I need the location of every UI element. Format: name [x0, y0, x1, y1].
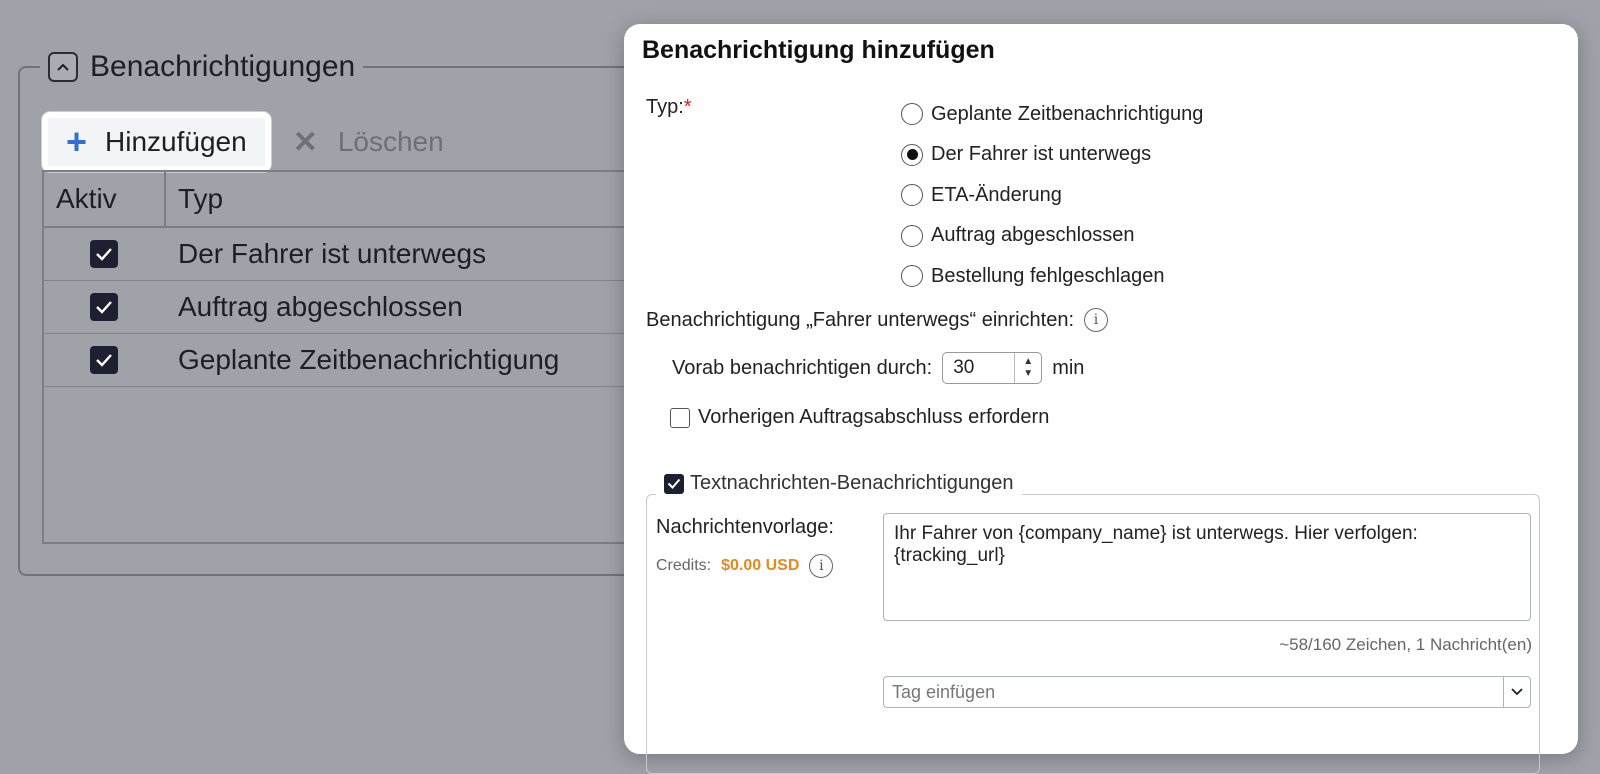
- insert-tag-select[interactable]: Tag einfügen: [883, 676, 1531, 708]
- radio-option-order-completed[interactable]: Auftrag abgeschlossen: [901, 216, 1203, 257]
- sms-legend: Textnachrichten-Benachrichtigungen: [656, 472, 1022, 495]
- notify-ahead-row: Vorab benachrichtigen durch: 30 ▲ ▼ min: [672, 352, 1084, 384]
- add-button-label: Hinzufügen: [105, 126, 247, 157]
- require-previous-checkbox[interactable]: [670, 407, 690, 428]
- chevron-down-icon[interactable]: [1503, 677, 1530, 707]
- checkmark-icon: [667, 478, 681, 489]
- template-textarea[interactable]: Ihr Fahrer von {company_name} ist unterw…: [883, 513, 1531, 621]
- radio-button[interactable]: [901, 224, 923, 247]
- radio-button[interactable]: [901, 103, 923, 126]
- table-row[interactable]: Der Fahrer ist unterwegs: [44, 228, 640, 281]
- radio-option-eta-change[interactable]: ETA-Änderung: [901, 175, 1203, 216]
- notify-ahead-unit: min: [1052, 356, 1085, 379]
- required-marker: *: [683, 96, 692, 118]
- checkmark-icon: [96, 354, 112, 367]
- require-previous-checkbox-row[interactable]: Vorherigen Auftragsabschluss erfordern: [670, 406, 1049, 429]
- chevron-up-icon: [57, 63, 69, 71]
- delete-button-label: Löschen: [337, 126, 444, 157]
- info-icon[interactable]: i: [809, 554, 834, 578]
- chevron-down-icon[interactable]: ▼: [1023, 368, 1033, 380]
- table-row[interactable]: Geplante Zeitbenachrichtigung: [44, 334, 640, 387]
- row-type: Der Fahrer ist unterwegs: [178, 238, 487, 269]
- radio-option-order-failed[interactable]: Bestellung fehlgeschlagen: [901, 256, 1203, 297]
- radio-button[interactable]: [901, 143, 923, 166]
- column-header-active[interactable]: Aktiv: [44, 172, 166, 226]
- radio-option-driver-en-route[interactable]: Der Fahrer ist unterwegs: [901, 135, 1203, 176]
- active-checkbox[interactable]: [90, 240, 118, 268]
- table-row[interactable]: Auftrag abgeschlossen: [44, 281, 640, 334]
- row-type: Auftrag abgeschlossen: [178, 291, 463, 322]
- credits-row: Credits: $0.00 USD i: [656, 554, 834, 578]
- close-icon: ✕: [292, 125, 318, 159]
- credits-label: Credits:: [656, 557, 712, 574]
- insert-tag-placeholder: Tag einfügen: [892, 681, 996, 702]
- type-radio-group: Geplante Zeitbenachrichtigung Der Fahrer…: [901, 94, 1203, 297]
- row-type: Geplante Zeitbenachrichtigung: [178, 344, 560, 375]
- require-previous-label: Vorherigen Auftragsabschluss erfordern: [698, 406, 1050, 428]
- dialog-title: Benachrichtigung hinzufügen: [642, 36, 995, 64]
- chevron-up-icon[interactable]: ▲: [1023, 356, 1033, 368]
- radio-option-scheduled[interactable]: Geplante Zeitbenachrichtigung: [901, 94, 1203, 135]
- table-header: Aktiv Typ: [44, 172, 640, 228]
- add-notification-dialog: Benachrichtigung hinzufügen Typ:* Geplan…: [624, 24, 1578, 774]
- add-button[interactable]: + Hinzufügen: [42, 112, 271, 172]
- character-count: ~58/160 Zeichen, 1 Nachricht(en): [1279, 635, 1532, 654]
- setup-section-label: Benachrichtigung „Fahrer unterwegs“ einr…: [646, 308, 1108, 332]
- radio-label: Der Fahrer ist unterwegs: [931, 143, 1152, 166]
- radio-label: Auftrag abgeschlossen: [931, 224, 1135, 247]
- checkmark-icon: [96, 301, 112, 314]
- type-label: Typ:*: [646, 96, 692, 118]
- delete-button[interactable]: ✕ Löschen: [293, 125, 444, 160]
- radio-label: ETA-Änderung: [931, 183, 1062, 206]
- radio-label: Bestellung fehlgeschlagen: [931, 264, 1165, 287]
- column-header-type[interactable]: Typ: [166, 172, 223, 226]
- radio-button[interactable]: [901, 184, 923, 207]
- notify-ahead-label: Vorab benachrichtigen durch:: [672, 356, 933, 379]
- notifications-toolbar: + Hinzufügen ✕ Löschen: [42, 112, 444, 172]
- notifications-title: Benachrichtigungen: [90, 50, 356, 83]
- credits-value: $0.00 USD: [721, 557, 800, 574]
- info-icon[interactable]: i: [1084, 308, 1108, 332]
- number-stepper[interactable]: ▲ ▼: [1014, 353, 1041, 383]
- sms-enabled-checkbox[interactable]: [664, 473, 684, 494]
- active-checkbox[interactable]: [90, 346, 118, 374]
- notifications-table: Aktiv Typ Der Fahrer ist unterwegs Auftr…: [42, 170, 642, 544]
- notify-ahead-input[interactable]: 30 ▲ ▼: [942, 352, 1043, 384]
- checkmark-icon: [96, 248, 112, 261]
- notifications-panel-header: Benachrichtigungen: [40, 48, 364, 86]
- plus-icon: +: [66, 121, 88, 162]
- active-checkbox[interactable]: [90, 293, 118, 321]
- radio-label: Geplante Zeitbenachrichtigung: [931, 102, 1204, 125]
- template-label: Nachrichtenvorlage:: [656, 516, 834, 538]
- collapse-button[interactable]: [48, 52, 78, 82]
- radio-button[interactable]: [901, 265, 923, 288]
- sms-legend-label: Textnachrichten-Benachrichtigungen: [690, 472, 1014, 494]
